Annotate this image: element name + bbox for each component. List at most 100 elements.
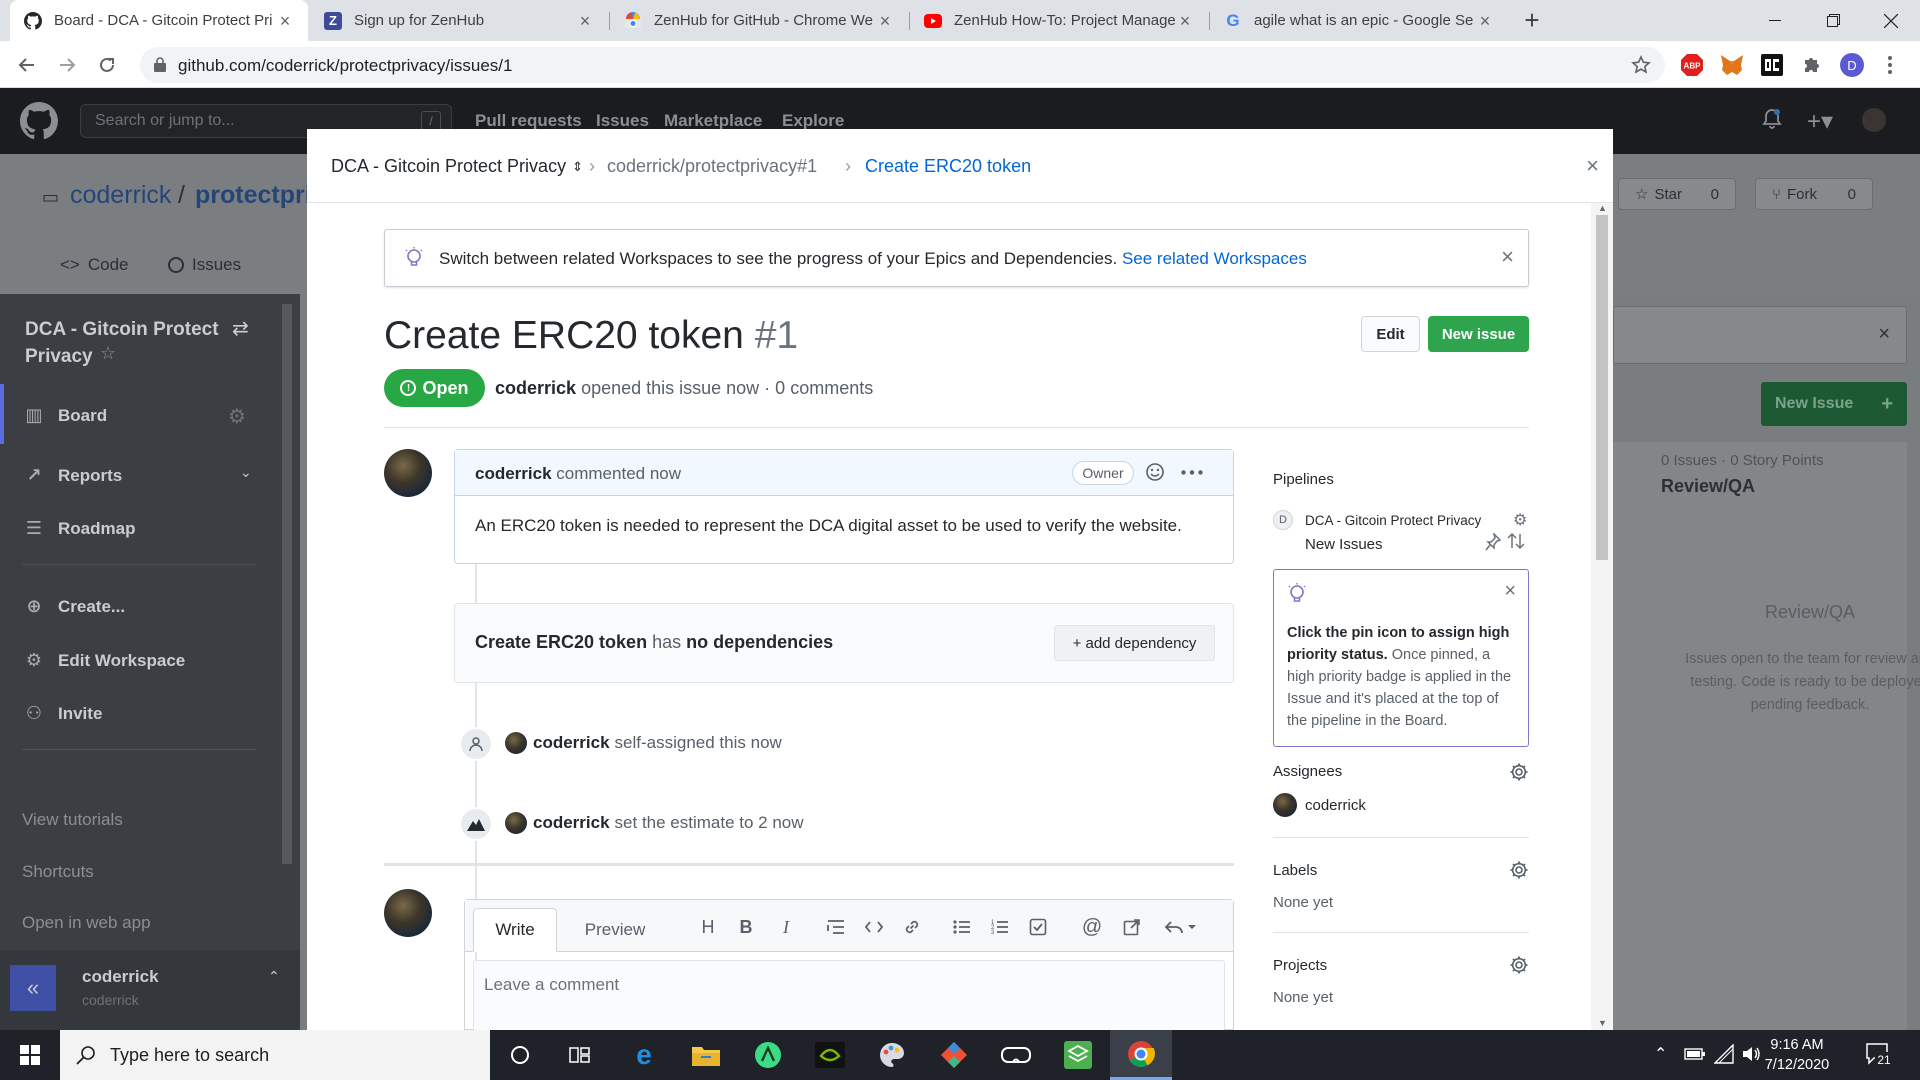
address-bar[interactable]: github.com/coderrick/protectprivacy/issu… xyxy=(140,47,1665,83)
heading-icon[interactable]: H xyxy=(697,916,719,938)
board-settings-gear-icon[interactable]: ⚙ xyxy=(228,404,246,429)
scrollbar-thumb[interactable] xyxy=(1596,215,1608,560)
event-actor[interactable]: coderrick xyxy=(533,813,610,833)
assignees-gear-icon[interactable] xyxy=(1508,761,1530,783)
mention-icon[interactable]: @ xyxy=(1081,916,1103,938)
event-actor[interactable]: coderrick xyxy=(533,733,610,753)
assignee-avatar[interactable] xyxy=(1273,793,1297,817)
browser-tab-chrome-store[interactable]: ZenHub for GitHub - Chrome We × xyxy=(610,0,908,41)
reload-icon[interactable] xyxy=(92,50,122,80)
restore-window-button[interactable] xyxy=(1804,0,1862,41)
see-related-workspaces-link[interactable]: See related Workspaces xyxy=(1122,249,1307,268)
nav-marketplace[interactable]: Marketplace xyxy=(664,111,762,131)
browser-tab-zenhub-signup[interactable]: Z Sign up for ZenHub × xyxy=(310,0,608,41)
open-web-app-link[interactable]: Open in web app xyxy=(22,913,151,933)
new-tab-button[interactable]: + xyxy=(1519,7,1545,34)
cortana-circle-icon[interactable] xyxy=(504,1039,536,1071)
more-options-icon[interactable] xyxy=(1181,470,1203,475)
profile-avatar[interactable]: D xyxy=(1840,53,1864,77)
collapse-sidebar-button[interactable]: « xyxy=(10,965,56,1011)
nav-issues[interactable]: Issues xyxy=(596,111,649,131)
current-user-avatar[interactable] xyxy=(384,889,432,937)
task-view-icon[interactable] xyxy=(564,1039,596,1071)
git-diamond-icon[interactable] xyxy=(938,1039,970,1071)
bookmark-star-icon[interactable] xyxy=(1631,55,1651,75)
wifi-icon[interactable] xyxy=(1714,1044,1734,1064)
event-actor-avatar[interactable] xyxy=(505,812,527,834)
quote-icon[interactable] xyxy=(825,916,847,938)
saved-reply-icon[interactable] xyxy=(1163,916,1197,938)
taskbar-search-box[interactable]: Type here to search xyxy=(60,1030,490,1080)
workspace-title[interactable]: DCA - Gitcoin Protect Privacy xyxy=(25,316,225,370)
extensions-puzzle-icon[interactable] xyxy=(1800,53,1824,77)
star-button[interactable]: ☆ Star 0 xyxy=(1618,178,1736,210)
modal-scrollbar[interactable]: ▲ ▼ xyxy=(1591,203,1613,1030)
repo-name-link[interactable]: protectpri xyxy=(195,181,312,210)
action-center-icon[interactable]: 21 xyxy=(1866,1043,1893,1068)
sidebar-scrollbar[interactable] xyxy=(282,304,292,864)
close-modal-icon[interactable]: × xyxy=(1586,153,1599,179)
github-logo-icon[interactable] xyxy=(20,102,58,140)
minimize-window-button[interactable] xyxy=(1746,0,1804,41)
sidebar-item-create[interactable]: ⊕ Create... xyxy=(24,596,125,617)
sidebar-item-reports[interactable]: ↗ Reports xyxy=(24,465,122,486)
breadcrumb-workspace[interactable]: DCA - Gitcoin Protect Privacy ⇕ xyxy=(331,156,583,177)
nav-pull-requests[interactable]: Pull requests xyxy=(475,111,582,131)
assignee-name[interactable]: coderrick xyxy=(1305,797,1366,814)
comment-author[interactable]: coderrick xyxy=(475,464,552,483)
scroll-up-arrow-icon[interactable]: ▲ xyxy=(1598,203,1607,213)
sidebar-item-roadmap[interactable]: ☰ Roadmap xyxy=(24,518,136,539)
close-tab-icon[interactable]: × xyxy=(276,12,294,30)
pin-icon[interactable] xyxy=(1485,533,1501,551)
breadcrumb-current[interactable]: Create ERC20 token xyxy=(865,156,1031,177)
reorder-arrows-icon[interactable] xyxy=(1507,532,1525,550)
clear-filter-icon[interactable]: × xyxy=(1878,323,1890,346)
sidebar-item-edit-workspace[interactable]: ⚙ Edit Workspace xyxy=(24,650,185,671)
back-arrow-icon[interactable] xyxy=(12,50,42,80)
event-actor-avatar[interactable] xyxy=(505,732,527,754)
view-tutorials-link[interactable]: View tutorials xyxy=(22,810,123,830)
browser-tab-google[interactable]: G agile what is an epic - Google Se × xyxy=(1210,0,1508,41)
system-clock[interactable]: 9:16 AM 7/12/2020 xyxy=(1752,1035,1842,1075)
layers-app-icon[interactable] xyxy=(1062,1039,1094,1071)
close-tab-icon[interactable]: × xyxy=(1176,12,1194,30)
comment-author-avatar[interactable] xyxy=(384,449,432,497)
dismiss-banner-icon[interactable]: × xyxy=(1501,244,1514,270)
issue-author[interactable]: coderrick xyxy=(495,378,576,398)
vr-headset-icon[interactable] xyxy=(1000,1039,1032,1071)
new-issue-button[interactable]: New issue xyxy=(1428,316,1529,352)
battery-icon[interactable] xyxy=(1684,1047,1706,1061)
adblock-plus-icon[interactable]: ABP xyxy=(1680,53,1704,77)
browser-tab-board[interactable]: Board - DCA - Gitcoin Protect Pri × xyxy=(10,0,308,41)
nav-explore[interactable]: Explore xyxy=(782,111,844,131)
tab-write[interactable]: Write xyxy=(473,908,557,952)
italic-icon[interactable]: I xyxy=(775,916,797,938)
link-icon[interactable] xyxy=(901,916,923,938)
bold-icon[interactable]: B xyxy=(735,916,757,938)
file-explorer-icon[interactable] xyxy=(690,1039,722,1071)
favorite-star-icon[interactable]: ☆ xyxy=(100,343,116,364)
dismiss-tooltip-icon[interactable]: × xyxy=(1504,580,1516,603)
android-studio-icon[interactable] xyxy=(752,1039,784,1071)
comment-textarea[interactable]: Leave a comment xyxy=(473,960,1225,1031)
chevron-down-icon[interactable]: ⌄ xyxy=(240,464,252,481)
extension-dc-icon[interactable] xyxy=(1760,53,1784,77)
close-window-button[interactable] xyxy=(1862,0,1920,41)
scroll-down-arrow-icon[interactable]: ▼ xyxy=(1598,1018,1607,1028)
projects-gear-icon[interactable] xyxy=(1508,954,1530,976)
nvidia-icon[interactable] xyxy=(814,1039,846,1071)
edit-button[interactable]: Edit xyxy=(1361,316,1420,352)
sidebar-item-invite[interactable]: ⚇ Invite xyxy=(24,703,102,724)
new-issue-board-button[interactable]: New Issue + xyxy=(1761,382,1907,426)
windows-start-icon[interactable] xyxy=(14,1039,46,1071)
paint-palette-icon[interactable] xyxy=(876,1039,908,1071)
code-icon[interactable] xyxy=(863,916,885,938)
repo-owner-link[interactable]: coderrick xyxy=(70,181,171,210)
fork-button[interactable]: ⑂ Fork 0 xyxy=(1755,178,1873,210)
tray-chevron-up-icon[interactable]: ⌃ xyxy=(1654,1044,1667,1064)
bullet-list-icon[interactable] xyxy=(951,916,973,938)
pipeline-settings-gear-icon[interactable]: ⚙ xyxy=(1513,510,1527,530)
add-dependency-button[interactable]: + add dependency xyxy=(1054,625,1215,661)
create-new-plus-icon[interactable]: +▾ xyxy=(1807,107,1833,136)
switch-workspace-icon[interactable]: ⇄ xyxy=(232,316,249,341)
